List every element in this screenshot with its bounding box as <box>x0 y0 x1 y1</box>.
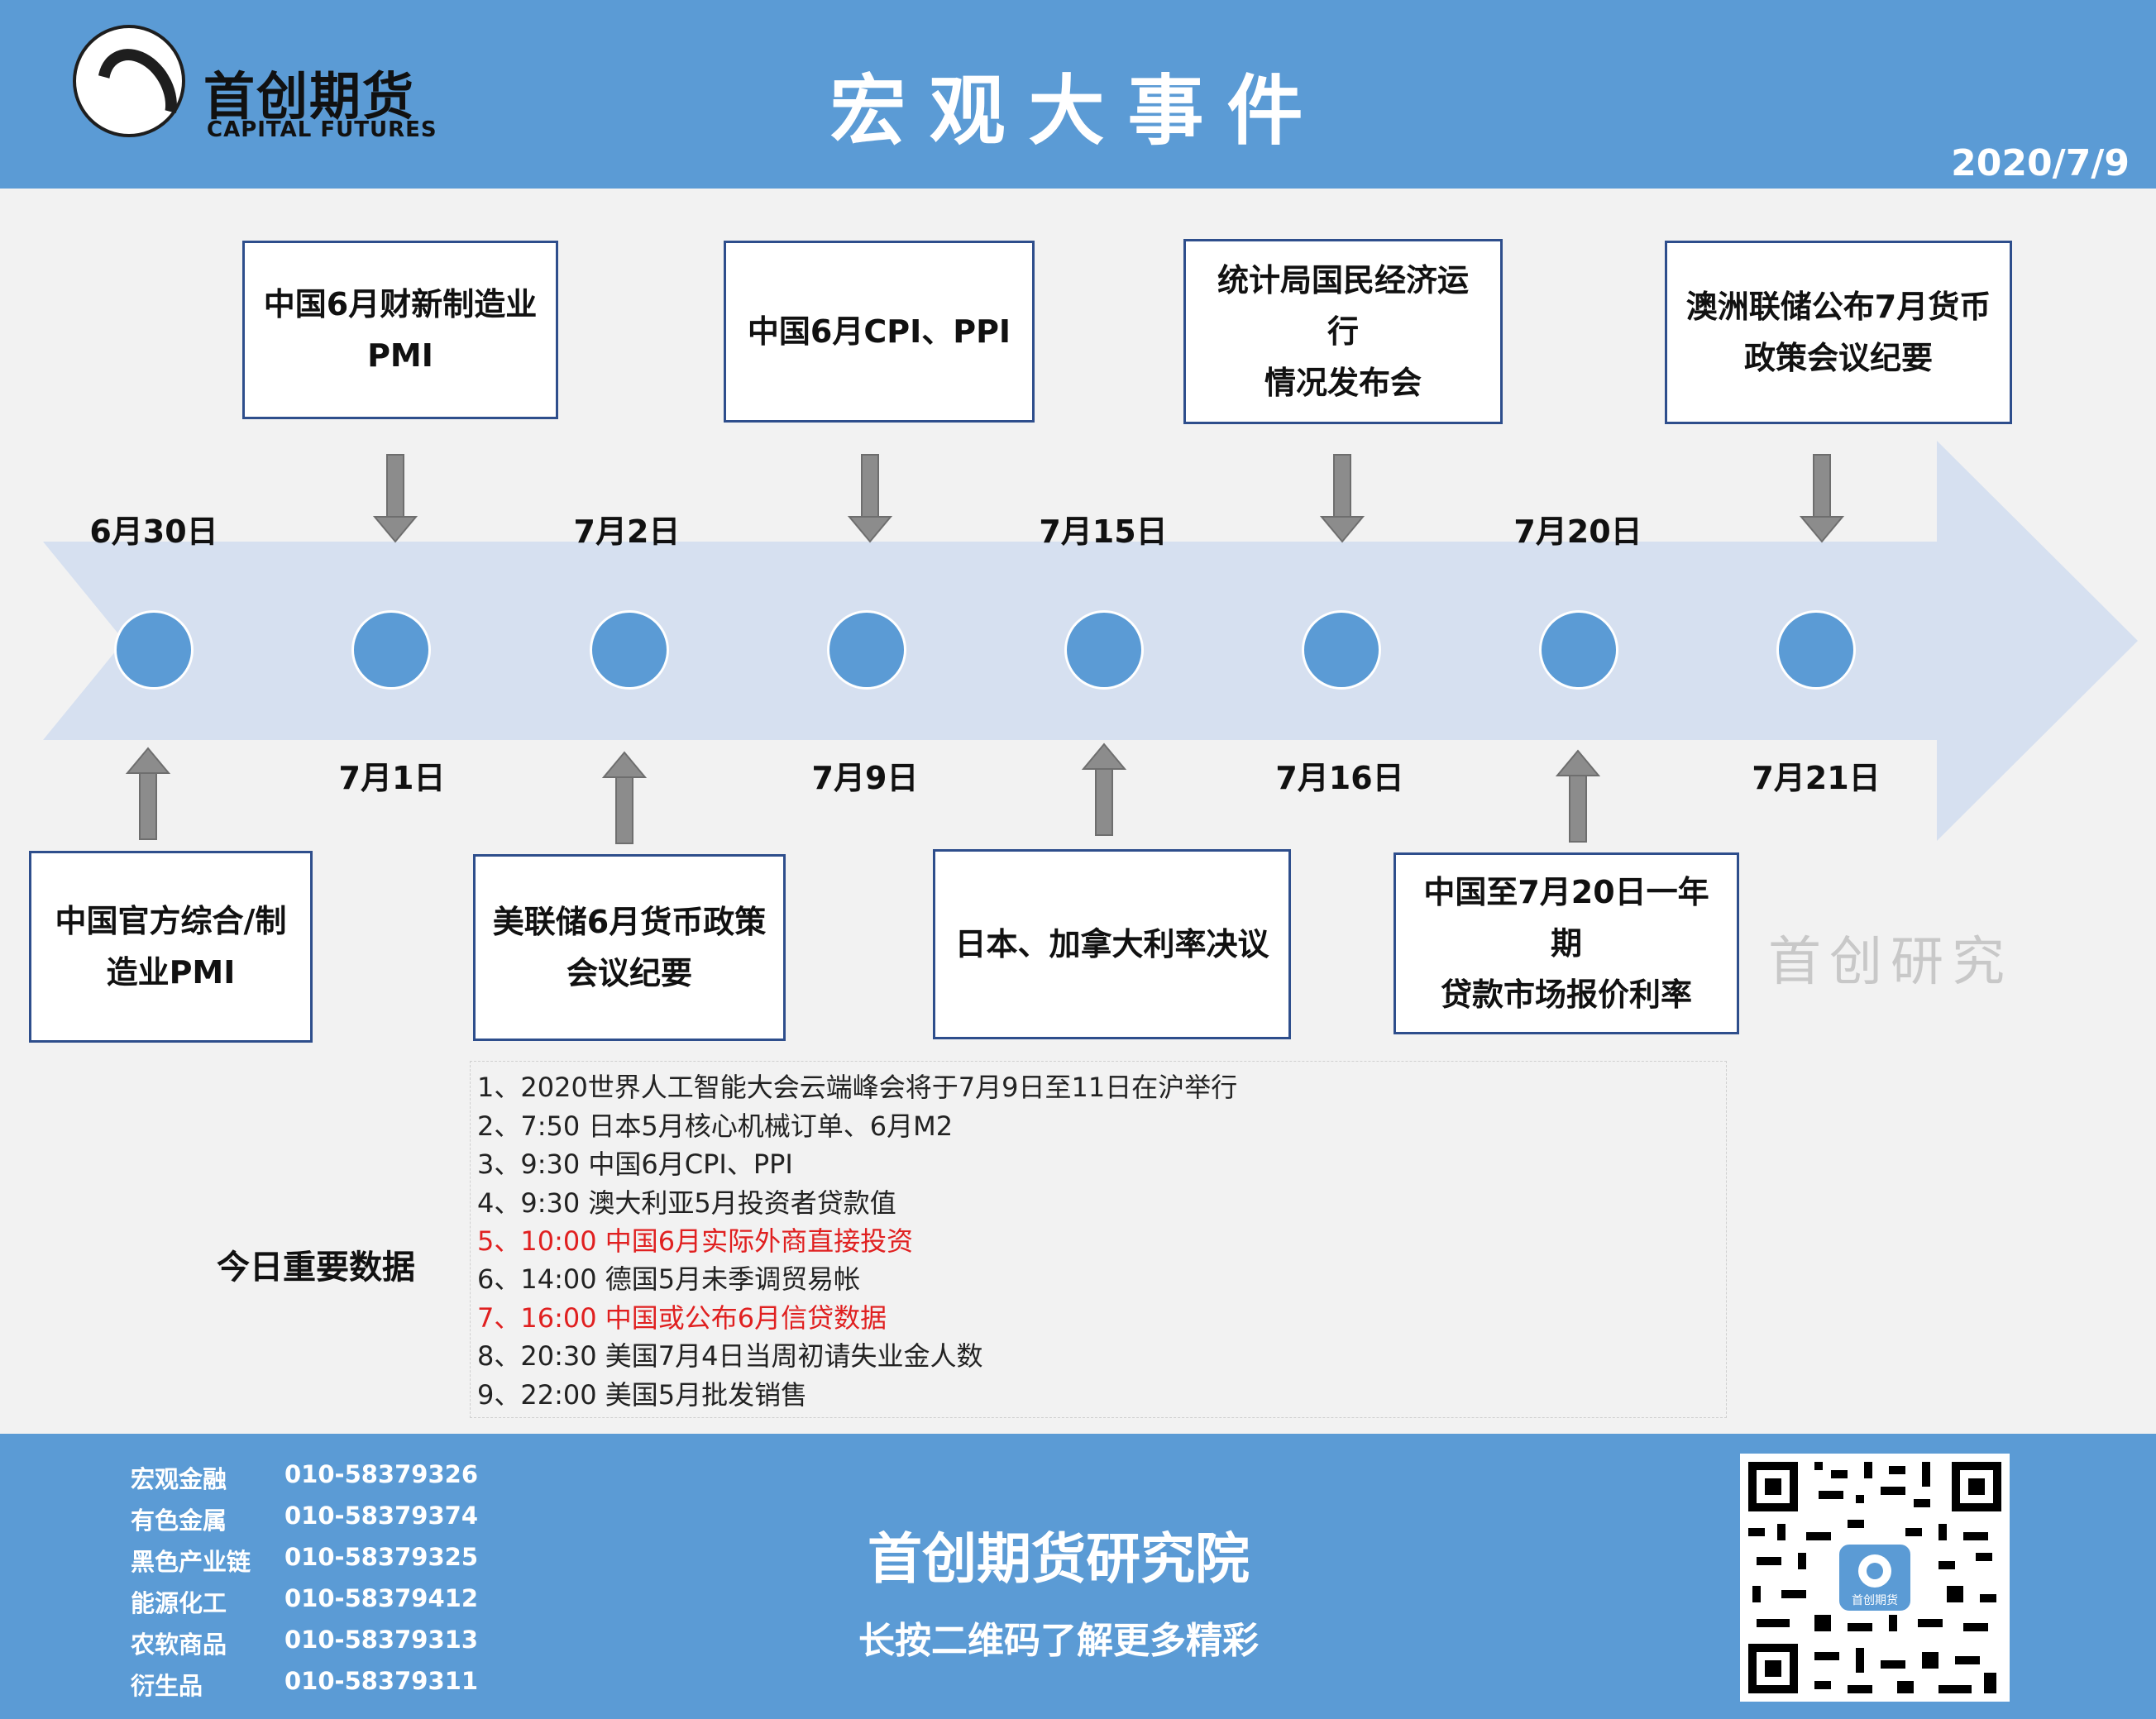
event-text-line: 中国6月CPI、PPI <box>747 313 1011 350</box>
event-text-line: 政策会议纪要 <box>1743 340 1933 376</box>
list-item: 5、10:00 中国6月实际外商直接投资 <box>477 1225 914 1257</box>
date-label: 7月2日 <box>573 513 681 550</box>
event-box: 统计局国民经济运行情况发布会 <box>1183 239 1503 424</box>
date-label: 7月15日 <box>1039 513 1168 550</box>
up-arrow-icon <box>125 747 171 840</box>
event-box: 中国6月CPI、PPI <box>724 241 1035 423</box>
watermark-text: 首创研究 <box>1768 932 2013 993</box>
data-section-title: 今日重要数据 <box>217 1249 415 1287</box>
up-arrow-icon <box>601 751 648 844</box>
event-text-line: 造业PMI <box>106 954 236 991</box>
event-text-line: 中国官方综合/制 <box>55 903 287 939</box>
event-text-line: 日本、加拿大利率决议 <box>954 926 1269 962</box>
timeline-node <box>1302 610 1381 690</box>
down-arrow-icon <box>1799 454 1845 543</box>
event-text-line: 贷款市场报价利率 <box>1440 976 1692 1013</box>
date-label: 7月9日 <box>811 760 919 796</box>
date-label: 7月20日 <box>1513 513 1642 550</box>
date-label: 7月16日 <box>1275 760 1404 796</box>
event-text-line: 澳洲联储公布7月货币 <box>1685 289 1991 325</box>
contact-phone: 010-58379326 <box>284 1460 478 1488</box>
event-text-line: 美联储6月货币政策 <box>492 904 767 940</box>
date-label: 7月1日 <box>338 760 446 796</box>
timeline-node <box>1064 610 1144 690</box>
event-box: 中国6月财新制造业 PMI <box>242 241 558 419</box>
list-item: 6、14:00 德国5月未季调贸易帐 <box>477 1263 861 1295</box>
event-text-line: 情况发布会 <box>1264 365 1422 401</box>
contact-phone: 010-58379311 <box>284 1667 478 1695</box>
up-arrow-icon <box>1081 743 1127 836</box>
event-box: 中国至7月20日一年期贷款市场报价利率 <box>1394 852 1739 1034</box>
event-text-line: 会议纪要 <box>566 955 692 991</box>
event-box: 中国官方综合/制 造业PMI <box>29 851 313 1043</box>
event-text-line: 中国6月财新制造业 <box>263 286 538 322</box>
timeline-node <box>590 610 669 690</box>
qr-code-icon[interactable]: 首创期货 <box>1740 1454 2010 1702</box>
event-text-line: PMI <box>367 337 433 374</box>
event-box: 日本、加拿大利率决议 <box>933 849 1291 1039</box>
list-item: 3、9:30 中国6月CPI、PPI <box>477 1148 793 1180</box>
contact-dept: 衍生品 <box>131 1672 203 1700</box>
list-item: 7、16:00 中国或公布6月信贷数据 <box>477 1302 887 1334</box>
timeline-node <box>827 610 906 690</box>
down-arrow-icon <box>847 454 893 543</box>
up-arrow-icon <box>1555 749 1601 843</box>
contact-dept: 宏观金融 <box>131 1465 227 1493</box>
timeline-node <box>114 610 194 690</box>
list-item: 9、22:00 美国5月批发销售 <box>477 1379 808 1411</box>
qr-center-label: 首创期货 <box>1852 1593 1898 1607</box>
timeline-node <box>1539 610 1618 690</box>
date-label: 7月21日 <box>1752 760 1881 796</box>
down-arrow-icon <box>372 454 418 543</box>
data-list: 1、2020世界人工智能大会云端峰会将于7月9日至11日在沪举行 2、7:50 … <box>470 1061 1727 1418</box>
date-label: 6月30日 <box>89 513 218 550</box>
event-text-line: 统计局国民经济运行 <box>1217 262 1469 350</box>
list-item: 2、7:50 日本5月核心机械订单、6月M2 <box>477 1110 954 1142</box>
event-box: 美联储6月货币政策 会议纪要 <box>473 854 786 1041</box>
event-box: 澳洲联储公布7月货币 政策会议纪要 <box>1665 241 2012 424</box>
timeline-node <box>351 610 431 690</box>
down-arrow-icon <box>1319 454 1365 543</box>
timeline-node <box>1776 610 1856 690</box>
event-text-line: 中国至7月20日一年期 <box>1423 874 1709 962</box>
list-item: 8、20:30 美国7月4日当周初请失业金人数 <box>477 1340 983 1372</box>
list-item: 1、2020世界人工智能大会云端峰会将于7月9日至11日在沪举行 <box>477 1072 1238 1103</box>
list-item: 4、9:30 澳大利亚5月投资者贷款值 <box>477 1187 896 1219</box>
